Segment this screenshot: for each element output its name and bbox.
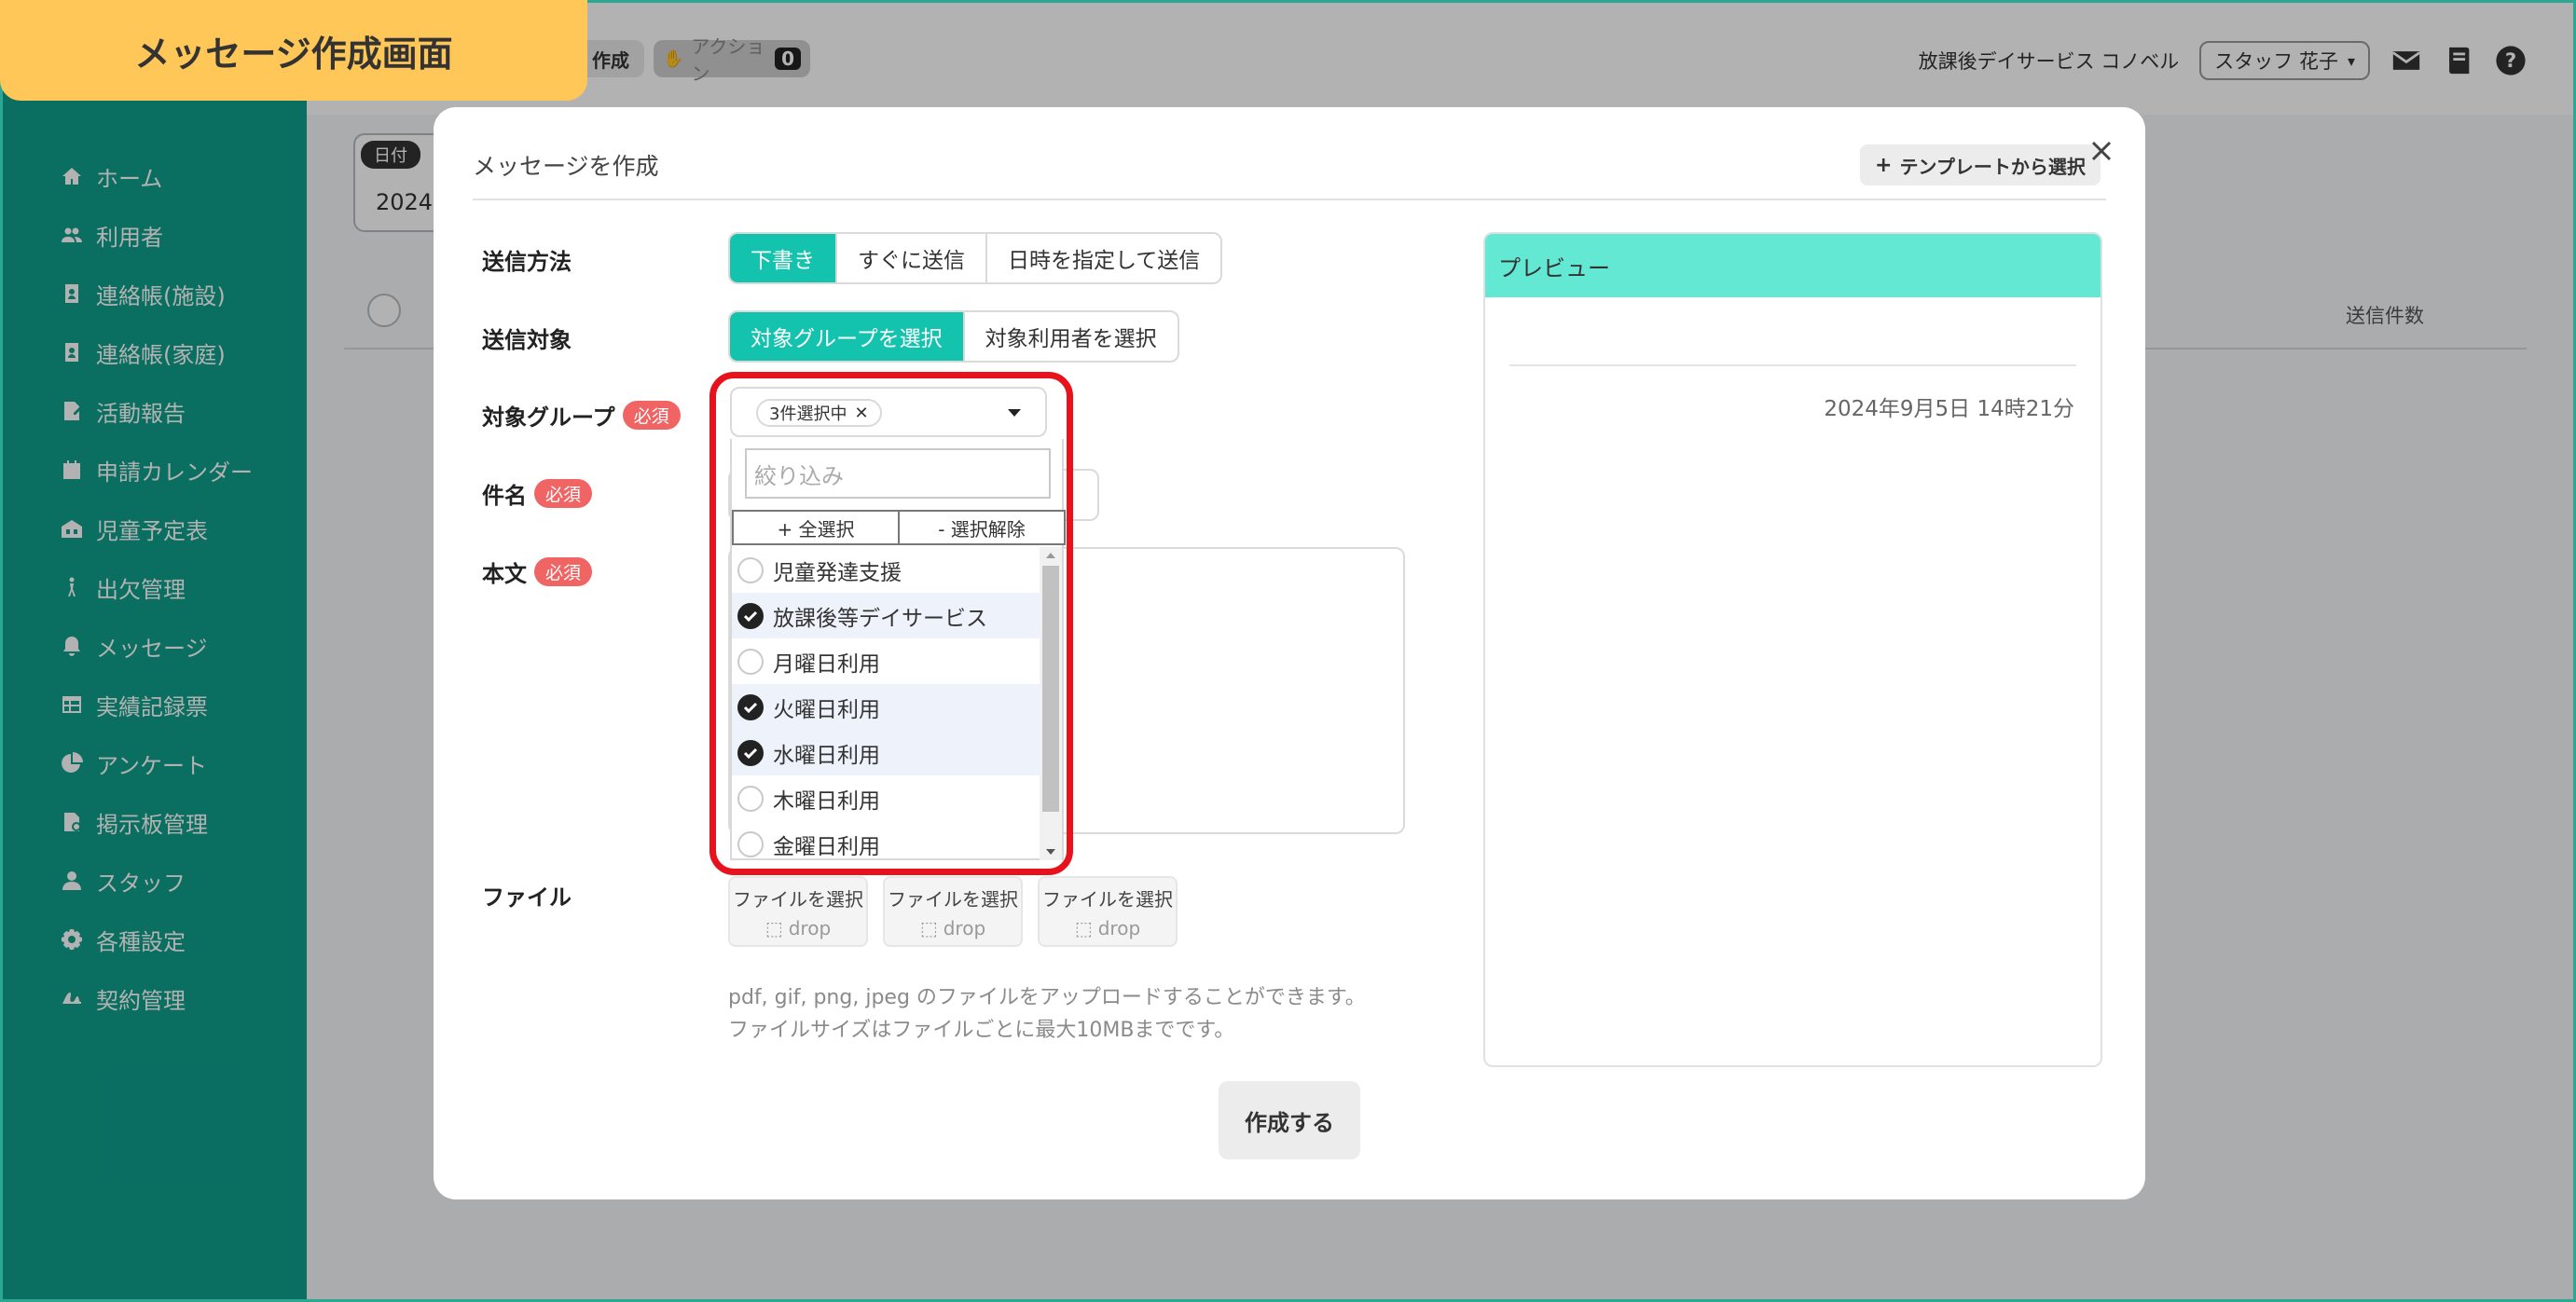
radio-icon — [737, 648, 764, 675]
send-target-segmented: 対象グループを選択 対象利用者を選択 — [728, 310, 1179, 363]
target-group-select[interactable]: 3件選択中 ✕ — [730, 387, 1047, 437]
plus-icon: + — [1875, 153, 1893, 177]
drop-icon: ⬚ — [919, 916, 938, 939]
drop-icon: ⬚ — [1074, 916, 1093, 939]
deselect-all-button[interactable]: - 選択解除 — [900, 510, 1066, 545]
required-badge: 必須 — [534, 557, 593, 586]
target-group-label: 対象グループ 必須 — [482, 399, 681, 432]
modal-divider — [473, 199, 2106, 200]
required-badge: 必須 — [534, 479, 593, 508]
modal-title: メッセージを作成 — [473, 153, 659, 180]
preview-date: 2024年9月5日 14時21分 — [1824, 397, 2074, 421]
check-circle-icon — [737, 693, 764, 720]
file-label: ファイル — [482, 884, 572, 911]
file-upload-row: ファイルを選択 ⬚ drop ファイルを選択 ⬚ drop ファイルを選択 ⬚ dro… — [728, 876, 1178, 947]
scroll-up-icon[interactable] — [1046, 553, 1055, 558]
radio-icon — [737, 556, 764, 583]
radio-icon — [737, 785, 764, 812]
radio-icon — [737, 830, 764, 857]
target-by-user[interactable]: 対象利用者を選択 — [965, 312, 1178, 361]
send-target-label: 送信対象 — [482, 327, 572, 353]
preview-title: プレビュー — [1485, 234, 2101, 297]
dropdown-option[interactable]: 児童発達支援 — [732, 547, 1040, 593]
file-upload-slot[interactable]: ファイルを選択 ⬚ drop — [1038, 876, 1178, 947]
preview-divider — [1509, 364, 2076, 366]
send-method-label: 送信方法 — [482, 249, 572, 275]
file-help-text: ファイルサイズはファイルごとに最大10MBまでです。 — [728, 1019, 1235, 1042]
scrollbar-thumb[interactable] — [1042, 566, 1059, 812]
create-button[interactable]: 作成する — [1219, 1081, 1360, 1159]
target-by-group[interactable]: 対象グループを選択 — [730, 312, 965, 361]
drop-icon: ⬚ — [765, 916, 783, 939]
check-circle-icon — [737, 739, 764, 766]
send-method-segmented: 下書き すぐに送信 日時を指定して送信 — [728, 232, 1223, 284]
file-help-text: pdf, gif, png, jpeg のファイルをアップロードすることができま… — [728, 986, 1366, 1009]
dropdown-option[interactable]: 木曜日利用 — [732, 775, 1040, 821]
scroll-down-icon[interactable] — [1046, 849, 1055, 855]
target-group-dropdown: 絞り込み + 全選択 - 選択解除 児童発達支援 放課後等デイサービス 月曜日利… — [730, 439, 1066, 860]
dropdown-filter-input[interactable]: 絞り込み — [745, 448, 1051, 499]
dropdown-option[interactable]: 水曜日利用 — [732, 730, 1040, 775]
dropdown-option[interactable]: 放課後等デイサービス — [732, 593, 1040, 638]
selected-count-chip: 3件選択中 ✕ — [756, 399, 882, 427]
file-upload-slot[interactable]: ファイルを選択 ⬚ drop — [883, 876, 1023, 947]
send-method-scheduled[interactable]: 日時を指定して送信 — [987, 234, 1220, 282]
dropdown-scrollbar[interactable] — [1040, 547, 1062, 860]
dropdown-option[interactable]: 火曜日利用 — [732, 684, 1040, 730]
caret-down-icon[interactable] — [1008, 409, 1021, 417]
create-message-modal: メッセージを作成 + テンプレートから選択 送信方法 下書き すぐに送信 日時を… — [434, 107, 2145, 1199]
body-label: 本文 必須 — [482, 555, 593, 588]
dropdown-option-list: 児童発達支援 放課後等デイサービス 月曜日利用 火曜日利用 水曜日利用 木曜日利… — [732, 547, 1040, 864]
subject-label: 件名 必須 — [482, 477, 593, 510]
send-method-draft[interactable]: 下書き — [730, 234, 837, 282]
dropdown-actions: + 全選択 - 選択解除 — [732, 510, 1066, 545]
annotation-banner: メッセージ作成画面 — [0, 0, 587, 101]
required-badge: 必須 — [622, 401, 681, 430]
clear-selection-icon[interactable]: ✕ — [854, 404, 868, 423]
dropdown-option[interactable]: 金曜日利用 — [732, 821, 1040, 867]
preview-panel: プレビュー 2024年9月5日 14時21分 — [1483, 232, 2102, 1067]
send-method-now[interactable]: すぐに送信 — [837, 234, 987, 282]
check-circle-icon — [737, 602, 764, 629]
template-select-button[interactable]: + テンプレートから選択 — [1860, 144, 2101, 185]
close-icon[interactable] — [2086, 135, 2117, 167]
file-upload-slot[interactable]: ファイルを選択 ⬚ drop — [728, 876, 868, 947]
dropdown-option[interactable]: 月曜日利用 — [732, 638, 1040, 684]
select-all-button[interactable]: + 全選択 — [732, 510, 900, 545]
